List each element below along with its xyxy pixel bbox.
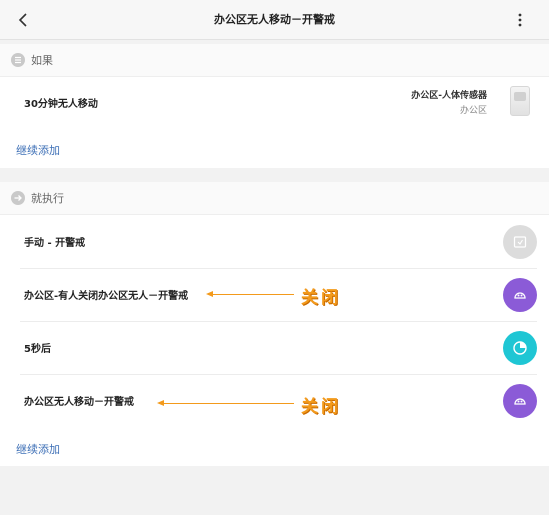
annotation-arrow xyxy=(212,294,294,295)
condition-row[interactable]: 30分钟无人移动 办公区-人体传感器 办公区 xyxy=(20,77,537,129)
device-room: 办公区 xyxy=(459,106,487,116)
then-section-header: 就执行 xyxy=(0,182,549,215)
action-label: 手动 - 开警戒 xyxy=(24,238,86,249)
list-icon xyxy=(11,53,25,67)
timer-icon xyxy=(503,331,537,365)
device-name: 办公区-人体传感器 xyxy=(411,91,487,101)
action-label: 办公区-有人关闭办公区无人－开警戒 xyxy=(24,291,189,302)
action-label: 5秒后 xyxy=(24,344,51,355)
if-section-label: 如果 xyxy=(31,54,53,67)
annotation-arrow xyxy=(163,403,294,404)
condition-label: 30分钟无人移动 xyxy=(24,99,98,110)
add-action-link[interactable]: 继续添加 xyxy=(16,441,60,457)
gateway-icon xyxy=(503,278,537,312)
action-row[interactable]: 5秒后 xyxy=(20,322,537,375)
annotation-text: 关闭 xyxy=(301,397,341,417)
annotation-text: 关闭 xyxy=(301,288,341,308)
condition-device: 办公区-人体传感器 办公区 xyxy=(411,88,487,116)
if-section-header: 如果 xyxy=(0,44,549,77)
action-label: 办公区无人移动－开警戒 xyxy=(24,397,134,408)
gateway-icon xyxy=(503,384,537,418)
arrow-right-icon xyxy=(11,191,25,205)
more-options-icon[interactable] xyxy=(513,12,527,28)
motion-sensor-icon xyxy=(510,86,530,116)
add-condition-link[interactable]: 继续添加 xyxy=(16,142,60,158)
action-row[interactable]: 手动 - 开警戒 xyxy=(20,216,537,269)
scene-icon xyxy=(503,225,537,259)
top-bar: 办公区无人移动－开警戒 xyxy=(0,0,549,40)
then-card: 就执行 手动 - 开警戒 办公区-有人关闭办公区无人－开警戒 5秒后 办公区无人… xyxy=(0,182,549,466)
then-section-label: 就执行 xyxy=(31,192,64,205)
if-card: 如果 30分钟无人移动 办公区-人体传感器 办公区 继续添加 xyxy=(0,44,549,168)
action-row[interactable]: 办公区-有人关闭办公区无人－开警戒 xyxy=(20,269,537,322)
page-title: 办公区无人移动－开警戒 xyxy=(214,13,335,26)
action-row[interactable]: 办公区无人移动－开警戒 xyxy=(20,375,537,427)
